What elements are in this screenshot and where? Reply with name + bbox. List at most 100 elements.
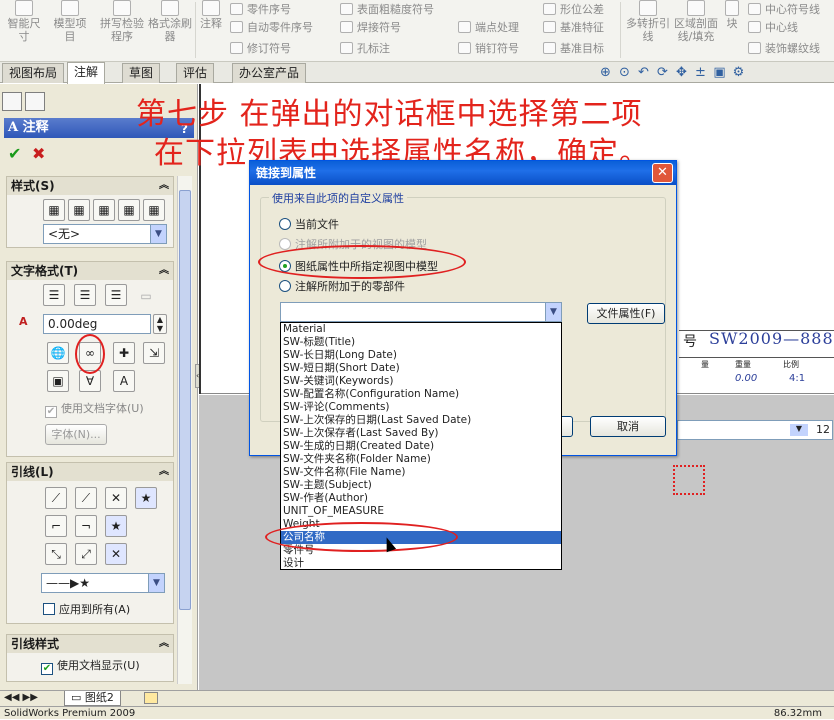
leader-group-header[interactable]: 引线(L) ︽: [7, 463, 173, 481]
property-list-item[interactable]: SW-生成的日期(Created Date): [281, 440, 561, 453]
property-list-item[interactable]: SW-作者(Author): [281, 492, 561, 505]
file-properties-button[interactable]: 文件属性(F): [587, 303, 665, 324]
leader-underline-nearest-button[interactable]: ✕: [105, 543, 127, 565]
ok-button[interactable]: ✔: [8, 144, 21, 163]
leader-underline-left-button[interactable]: ⤡: [45, 543, 67, 565]
feature-manager-tab-icon[interactable]: [2, 92, 22, 111]
end-treatment-button[interactable]: 端点处理: [458, 18, 519, 36]
sheet-nav-icon[interactable]: ◀◀ ▶▶: [4, 692, 38, 703]
center-mark-button[interactable]: 中心符号线: [748, 0, 820, 18]
leader-left-button[interactable]: ⌐: [45, 515, 67, 537]
cancel-button[interactable]: ✖: [32, 144, 45, 163]
align-right-button[interactable]: ☰: [105, 284, 127, 306]
dialog-close-button[interactable]: ✕: [652, 163, 673, 183]
rotate-view-icon[interactable]: ⟳: [655, 65, 670, 80]
property-list-item[interactable]: SW-上次保存的日期(Last Saved Date): [281, 414, 561, 427]
property-list-item[interactable]: 设计: [281, 557, 561, 570]
model-items-button[interactable]: 模型项目: [50, 0, 90, 43]
angle-spinner[interactable]: ▲ ▼: [153, 314, 167, 334]
property-list-item[interactable]: SW-短日期(Short Date): [281, 362, 561, 375]
surface-finish-button[interactable]: 表面粗糙度符号: [340, 0, 434, 18]
block-button[interactable]: 块: [722, 0, 742, 30]
style-select[interactable]: <无> ▼: [43, 224, 167, 244]
display-style-icon[interactable]: ▣: [712, 65, 727, 80]
angle-input[interactable]: 0.00deg: [43, 314, 151, 334]
property-list-item[interactable]: SW-文件名称(File Name): [281, 466, 561, 479]
zoom-in-out-icon[interactable]: ±: [693, 65, 708, 80]
no-leader-button[interactable]: ✕: [105, 487, 127, 509]
font-button[interactable]: 字体(N)...: [45, 424, 107, 445]
zoom-to-area-icon[interactable]: ⊙: [617, 65, 632, 80]
text-format-group-header[interactable]: 文字格式(T) ︽: [7, 262, 173, 280]
property-name-select[interactable]: ▼: [280, 302, 562, 322]
dowel-pin-button[interactable]: 销钉符号: [458, 39, 519, 57]
geometric-tolerance-button[interactable]: 形位公差: [543, 0, 604, 18]
multi-jog-leader-button[interactable]: 多转折引线: [626, 0, 670, 43]
align-center-button[interactable]: ☰: [74, 284, 96, 306]
property-manager-tab-icon[interactable]: [25, 92, 45, 111]
scrollbar-thumb[interactable]: [179, 190, 191, 610]
add-symbol-button[interactable]: ✚: [113, 342, 135, 364]
property-list-item[interactable]: SW-长日期(Long Date): [281, 349, 561, 362]
add-sheet-icon[interactable]: [144, 692, 158, 704]
style-group-header[interactable]: 样式(S) ︽: [7, 177, 173, 195]
auto-balloon-button[interactable]: 自动零件序号: [230, 18, 313, 36]
radio-current-file[interactable]: 当前文件: [279, 216, 339, 232]
property-list-item[interactable]: SW-关键词(Keywords): [281, 375, 561, 388]
arrow-style-select[interactable]: ——▶★ ▼: [41, 573, 165, 593]
justify-button[interactable]: ▭: [135, 286, 157, 308]
use-doc-font-checkbox[interactable]: ✔ 使用文档字体(U): [45, 400, 144, 418]
dialog-title-bar[interactable]: 链接到属性: [250, 161, 676, 185]
save-style-button[interactable]: ▦: [118, 199, 140, 221]
property-list-item[interactable]: SW-主题(Subject): [281, 479, 561, 492]
centerline-button[interactable]: 中心线: [748, 18, 798, 36]
font-select[interactable]: ▼ 12: [677, 420, 833, 440]
sheet-tab[interactable]: ▭ 图纸2: [64, 691, 121, 706]
leader-straight-button[interactable]: ⟋: [45, 487, 67, 509]
leader-right-button[interactable]: ¬: [75, 515, 97, 537]
property-list-item[interactable]: SW-上次保存者(Last Saved By): [281, 427, 561, 440]
use-doc-display-checkbox[interactable]: ✔ 使用文档显示(U): [41, 657, 140, 675]
insert-gtol-button[interactable]: ▣: [47, 370, 69, 392]
tab-sketch[interactable]: 草图: [122, 63, 161, 83]
tab-office-products[interactable]: 办公室产品: [232, 63, 307, 83]
property-list-item[interactable]: SW-标题(Title): [281, 336, 561, 349]
area-hatch-button[interactable]: 区域剖面线/填充: [674, 0, 718, 43]
property-list-item[interactable]: SW-配置名称(Configuration Name): [281, 388, 561, 401]
previous-view-icon[interactable]: ↶: [636, 65, 651, 80]
apply-default-style-button[interactable]: ▦: [43, 199, 65, 221]
hole-callout-button[interactable]: 孔标注: [340, 39, 390, 57]
format-painter-button[interactable]: 格式涂刷器: [148, 0, 192, 43]
leader-nearest-button[interactable]: ★: [105, 515, 127, 537]
lock-symbol-button[interactable]: ⇲: [143, 342, 165, 364]
cancel-button[interactable]: 取消: [590, 416, 666, 437]
note-placeholder-selection[interactable]: [673, 465, 705, 495]
datum-target-button[interactable]: 基准目标: [543, 39, 604, 57]
delete-style-button[interactable]: ▦: [93, 199, 115, 221]
property-list-item[interactable]: Material: [281, 323, 561, 336]
weld-symbol-button[interactable]: 焊接符号: [340, 18, 401, 36]
property-manager-scrollbar[interactable]: [177, 176, 192, 684]
pan-icon[interactable]: ✥: [674, 65, 689, 80]
tab-annotation[interactable]: 注解: [67, 62, 106, 84]
align-left-button[interactable]: ☰: [43, 284, 65, 306]
zoom-to-fit-icon[interactable]: ⊕: [598, 65, 613, 80]
property-list-item[interactable]: SW-文件夹名称(Folder Name): [281, 453, 561, 466]
load-style-button[interactable]: ▦: [143, 199, 165, 221]
property-list-item[interactable]: UNIT_OF_MEASURE: [281, 505, 561, 518]
insert-datum-button[interactable]: A: [113, 370, 135, 392]
cosmetic-thread-button[interactable]: 装饰螺纹线: [748, 39, 820, 57]
datum-feature-button[interactable]: 基准特征: [543, 18, 604, 36]
leader-underline-right-button[interactable]: ⤢: [75, 543, 97, 565]
revision-symbol-button[interactable]: 修订符号: [230, 39, 291, 57]
radio-attached-component[interactable]: 注解所附加于的零部件: [279, 278, 405, 294]
balloon-button[interactable]: 零件序号: [230, 0, 291, 18]
spell-check-button[interactable]: 拼写检验程序: [100, 0, 144, 43]
leader-style-group-header[interactable]: 引线样式 ︽: [7, 635, 173, 653]
view-settings-icon[interactable]: ⚙: [731, 65, 746, 80]
note-button[interactable]: 注释: [197, 0, 225, 30]
leader-bent-button[interactable]: ⟋: [75, 487, 97, 509]
auto-leader-button[interactable]: ★: [135, 487, 157, 509]
tab-view-layout[interactable]: 视图布局: [2, 63, 65, 83]
insert-hyperlink-button[interactable]: 🌐: [47, 342, 69, 364]
